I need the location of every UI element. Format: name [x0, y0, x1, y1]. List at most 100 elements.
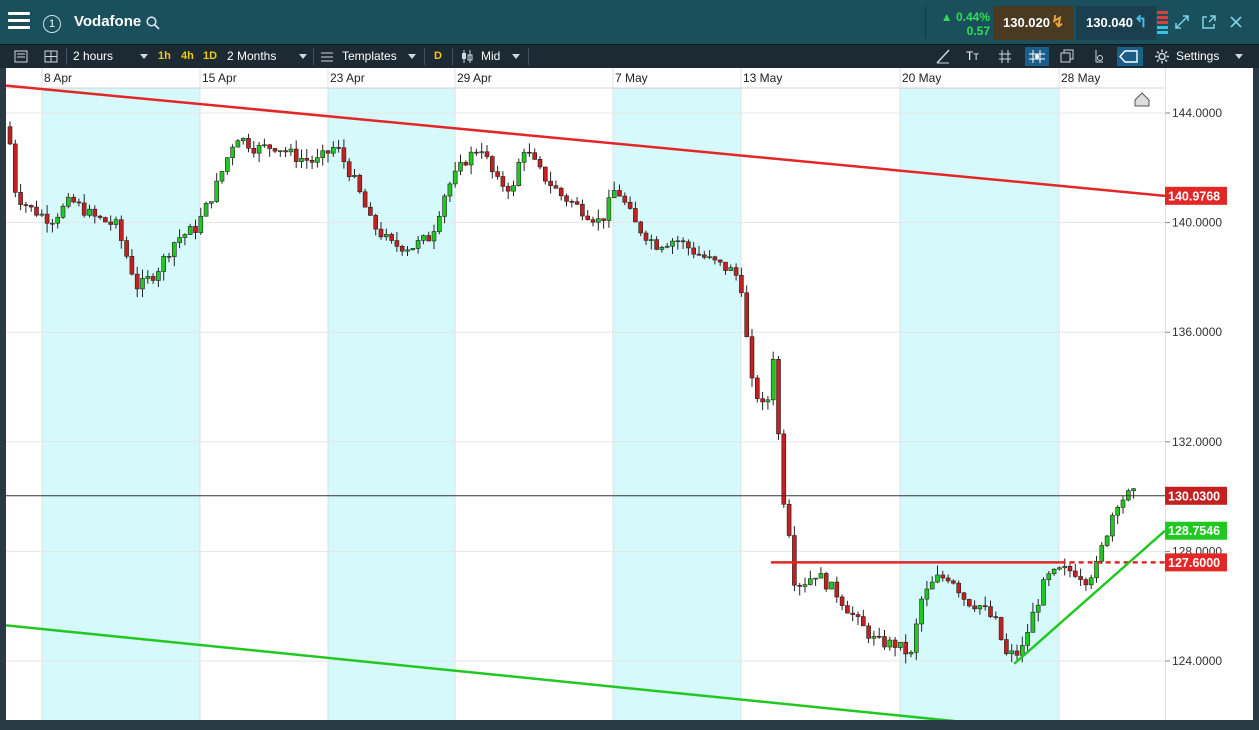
- chevron-down-icon[interactable]: [140, 54, 148, 59]
- panel-list-icon[interactable]: [12, 47, 30, 66]
- candle-body: [850, 612, 856, 615]
- candle-body: [855, 614, 861, 617]
- interval-select[interactable]: 2 hours: [73, 48, 113, 65]
- candle-body: [532, 152, 538, 160]
- depth-bars-icon[interactable]: [1157, 10, 1168, 36]
- candle-body: [643, 232, 649, 241]
- chevron-down-icon[interactable]: [512, 54, 520, 59]
- price-type-select[interactable]: Mid: [481, 48, 500, 65]
- candle-body: [548, 180, 553, 186]
- text-tool-icon[interactable]: TT: [966, 48, 979, 65]
- candle-body: [521, 151, 527, 163]
- chart-canvas[interactable]: 8 Apr 15 Apr 23 Apr 29 Apr 7 May 13 May 20 May…: [5, 68, 1166, 730]
- candle-body: [426, 235, 432, 242]
- candle-type-icon[interactable]: [458, 47, 476, 66]
- candle-body: [717, 259, 723, 263]
- header-divider: [925, 6, 926, 38]
- candle-body: [50, 222, 55, 225]
- search-icon[interactable]: [146, 16, 160, 30]
- candle-body: [124, 240, 129, 257]
- candle-body: [389, 234, 394, 241]
- candle-body: [998, 617, 1004, 640]
- candle-body: [606, 197, 612, 221]
- weekend-shade: [613, 88, 741, 720]
- price-label: 130.0300: [1165, 486, 1227, 505]
- candle-body: [489, 156, 495, 172]
- buy-button[interactable]: 130.040 ↰: [1076, 6, 1156, 40]
- candle-body: [156, 271, 161, 281]
- candle-body: [177, 237, 182, 243]
- toolbar-divider: [66, 48, 67, 65]
- range-select[interactable]: 2 Months: [227, 48, 276, 65]
- candle-body: [44, 213, 50, 224]
- candle-body: [240, 138, 246, 142]
- down-arrow-icon: ↯: [1051, 14, 1065, 31]
- expand-icon[interactable]: [1174, 14, 1190, 30]
- candle-body: [919, 598, 924, 625]
- instrument-header: 1 Vodafone ▲ 0.44% 0.57 130.020 ↯ 130.04…: [0, 0, 1259, 44]
- candle-body: [792, 535, 797, 586]
- templates-button[interactable]: Templates: [342, 48, 397, 65]
- candle-body: [309, 160, 315, 163]
- candle-body: [256, 144, 262, 154]
- draw-line-icon[interactable]: [934, 47, 952, 66]
- pop-out-icon[interactable]: [1201, 14, 1217, 30]
- candle-body: [336, 147, 341, 149]
- candle-body: [1131, 488, 1136, 492]
- candle-body: [776, 358, 781, 435]
- hamburger-menu-icon[interactable]: [8, 12, 30, 32]
- candle-body: [659, 246, 665, 250]
- copy-icon[interactable]: [1058, 47, 1076, 66]
- settings-button[interactable]: Settings: [1176, 48, 1219, 65]
- tag-icon[interactable]: [1117, 47, 1143, 66]
- gear-icon[interactable]: [1153, 47, 1171, 66]
- candle-body: [993, 616, 999, 618]
- home-icon[interactable]: [1134, 92, 1150, 107]
- date-tick-label: 15 Apr: [202, 71, 237, 85]
- candle-body: [860, 616, 866, 627]
- indicator-icon[interactable]: [1090, 47, 1108, 66]
- candle-body: [431, 231, 437, 242]
- candle-body: [1014, 650, 1020, 656]
- candle-body: [468, 151, 474, 166]
- chevron-down-icon[interactable]: [408, 54, 416, 59]
- candle-body: [622, 195, 628, 203]
- price-axis[interactable]: 144.0000 140.0000 136.0000 132.0000 128.0000…: [1164, 68, 1253, 720]
- candle-body: [341, 147, 347, 163]
- up-trend-arrow-icon: ↰: [1134, 14, 1148, 31]
- candle-body: [818, 573, 824, 579]
- toolbar-divider: [313, 48, 314, 65]
- date-tick-label: 23 Apr: [330, 71, 365, 85]
- candle-body: [352, 175, 357, 178]
- watchlist-count-badge[interactable]: 1: [43, 15, 61, 33]
- price-chart[interactable]: 8 Apr 15 Apr 23 Apr 29 Apr 7 May 13 May 20 May…: [5, 68, 1166, 730]
- sell-button[interactable]: 130.020 ↯: [993, 6, 1073, 40]
- chevron-down-icon[interactable]: [299, 54, 307, 59]
- layout-grid-icon[interactable]: [42, 47, 60, 66]
- candle-body: [728, 267, 734, 271]
- candle-body: [527, 151, 532, 154]
- chevron-down-icon[interactable]: [1235, 54, 1243, 59]
- price-tick-label: 144.0000: [1172, 106, 1222, 120]
- close-icon[interactable]: [1228, 14, 1244, 30]
- candle-body: [982, 605, 988, 607]
- candle-body: [595, 218, 601, 223]
- instrument-title[interactable]: Vodafone: [74, 13, 141, 30]
- d-button[interactable]: D: [434, 48, 442, 65]
- candle-body: [1120, 499, 1126, 508]
- grid-icon[interactable]: [996, 47, 1014, 66]
- templates-icon[interactable]: [318, 47, 336, 66]
- candle-body: [383, 234, 389, 238]
- candle-body: [484, 151, 490, 157]
- crosshair-grid-icon[interactable]: [1025, 47, 1049, 66]
- interval-4h-button[interactable]: 4h: [181, 48, 194, 65]
- candle-body: [251, 148, 257, 154]
- candle-body: [574, 201, 580, 205]
- interval-1d-button[interactable]: 1D: [203, 48, 217, 65]
- candle-body: [320, 150, 326, 158]
- candle-body: [951, 580, 956, 584]
- candle-body: [182, 234, 188, 238]
- candle-body: [246, 138, 251, 149]
- candle-body: [956, 582, 962, 594]
- interval-1h-button[interactable]: 1h: [158, 48, 171, 65]
